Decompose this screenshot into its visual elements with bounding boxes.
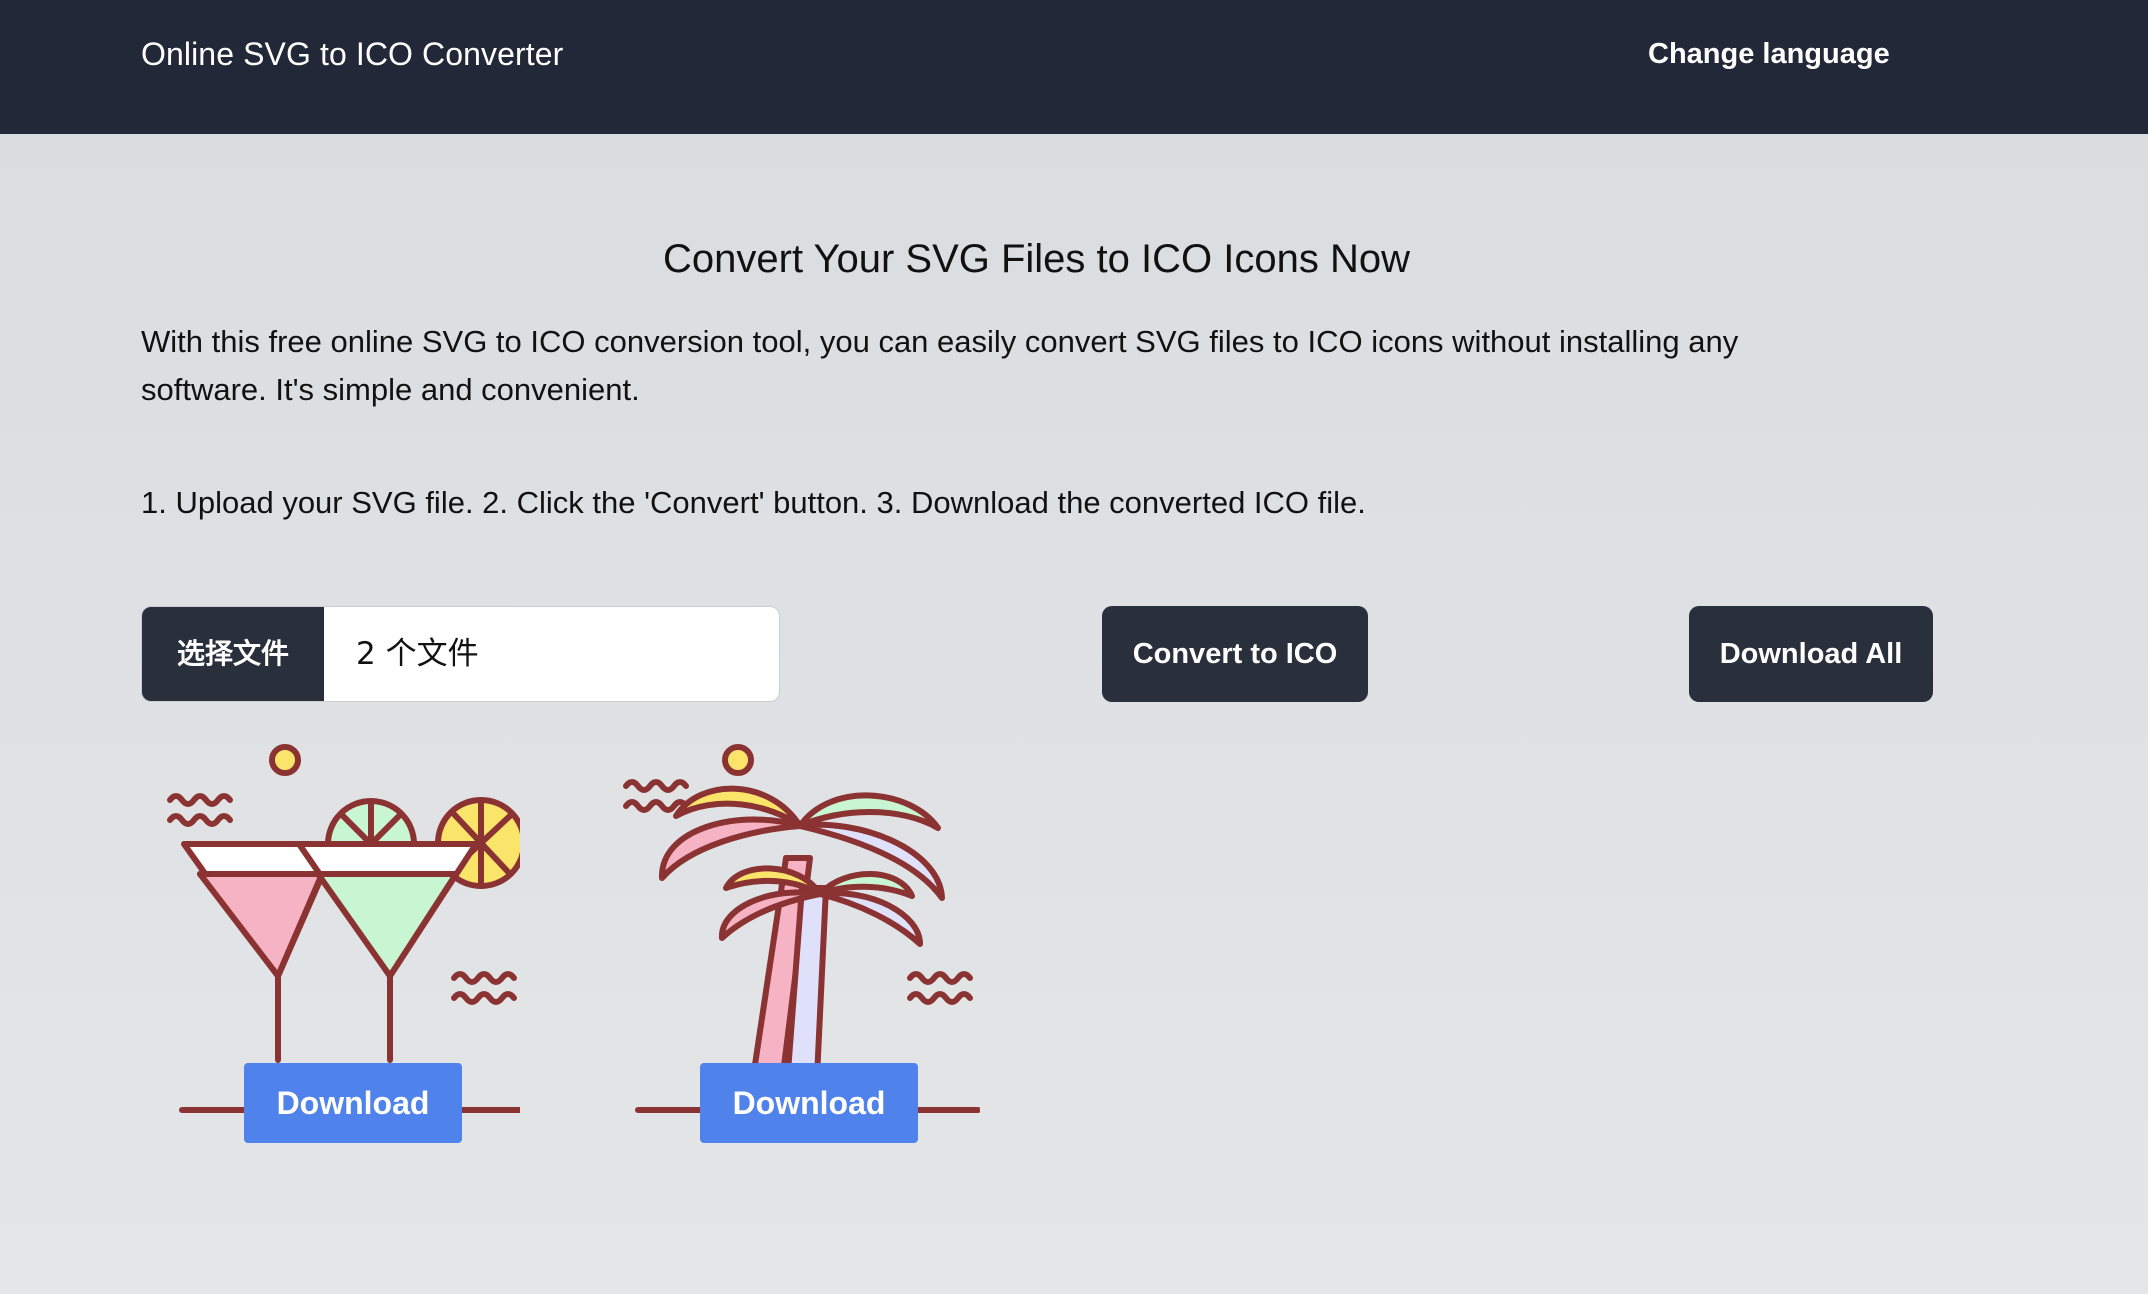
file-input[interactable]: 选择文件 2 个文件 <box>141 606 780 702</box>
file-status-text: 2 个文件 <box>356 636 479 672</box>
steps-text: 1. Upload your SVG file. 2. Click the 'C… <box>141 485 1366 520</box>
download-all-button[interactable]: Download All <box>1689 606 1933 702</box>
download-button[interactable]: Download <box>700 1063 918 1143</box>
change-language-link[interactable]: Change language <box>1648 34 1890 74</box>
site-brand[interactable]: Online SVG to ICO Converter <box>141 32 563 76</box>
download-button[interactable]: Download <box>244 1063 462 1143</box>
page-title: Convert Your SVG Files to ICO Icons Now <box>663 237 1410 281</box>
convert-button[interactable]: Convert to ICO <box>1102 606 1368 702</box>
choose-file-button[interactable]: 选择文件 <box>142 607 324 701</box>
top-navbar: Online SVG to ICO Converter Change langu… <box>0 0 2148 134</box>
intro-text: With this free online SVG to ICO convers… <box>141 324 1739 407</box>
